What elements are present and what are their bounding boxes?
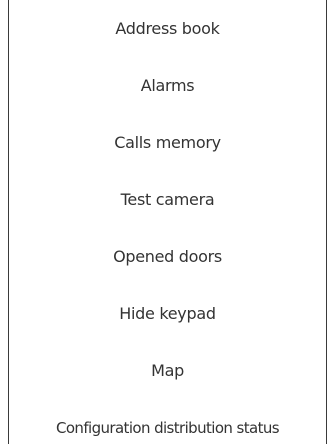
menu-panel: Address book Alarms Calls memory Test ca… [8, 0, 327, 444]
menu-item-configuration-distribution-status[interactable]: Configuration distribution status [9, 408, 326, 448]
menu-item-hide-keypad[interactable]: Hide keypad [9, 294, 326, 334]
menu-item-test-camera[interactable]: Test camera [9, 180, 326, 220]
menu-item-calls-memory[interactable]: Calls memory [9, 123, 326, 163]
menu-item-address-book[interactable]: Address book [9, 9, 326, 49]
menu-item-map[interactable]: Map [9, 351, 326, 391]
menu-item-alarms[interactable]: Alarms [9, 66, 326, 106]
menu-item-opened-doors[interactable]: Opened doors [9, 237, 326, 277]
